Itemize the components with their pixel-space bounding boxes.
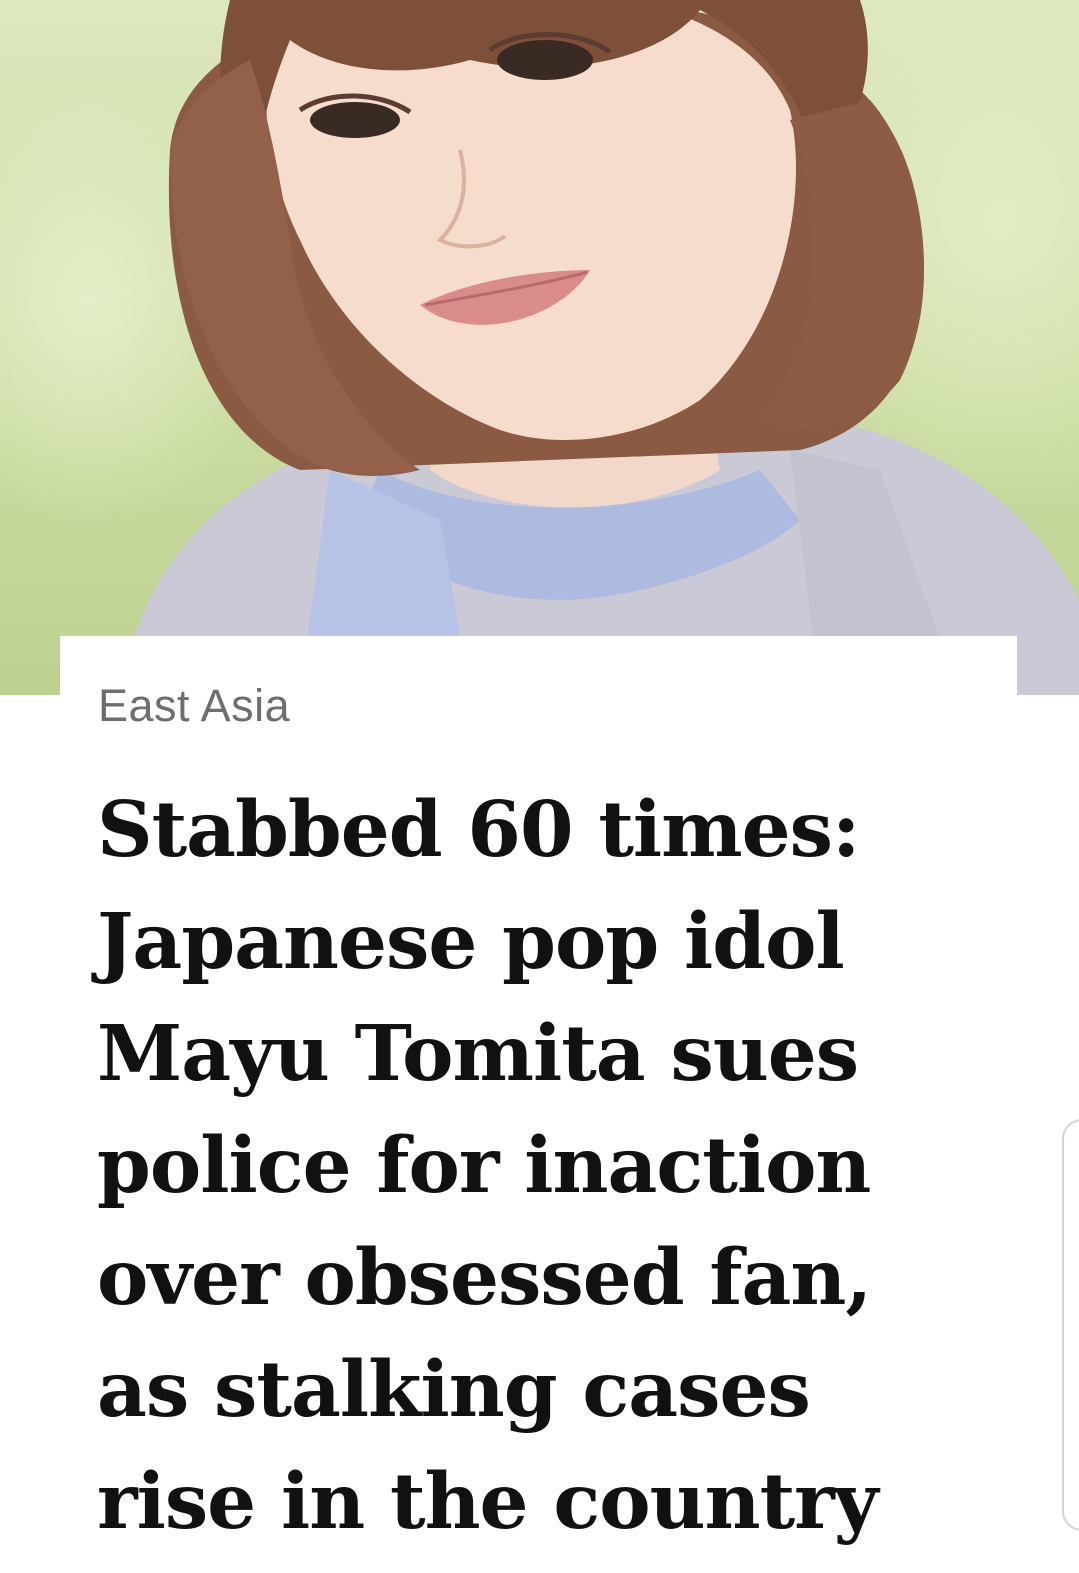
portrait-photo xyxy=(120,0,1079,695)
article-headline[interactable]: Stabbed 60 times: Japanese pop idol Mayu… xyxy=(97,774,957,1558)
article-card: East Asia Stabbed 60 times: Japanese pop… xyxy=(60,636,1017,1573)
category-label[interactable]: East Asia xyxy=(98,680,290,732)
scroll-handle[interactable] xyxy=(1062,1119,1079,1531)
hero-image xyxy=(0,0,1079,695)
